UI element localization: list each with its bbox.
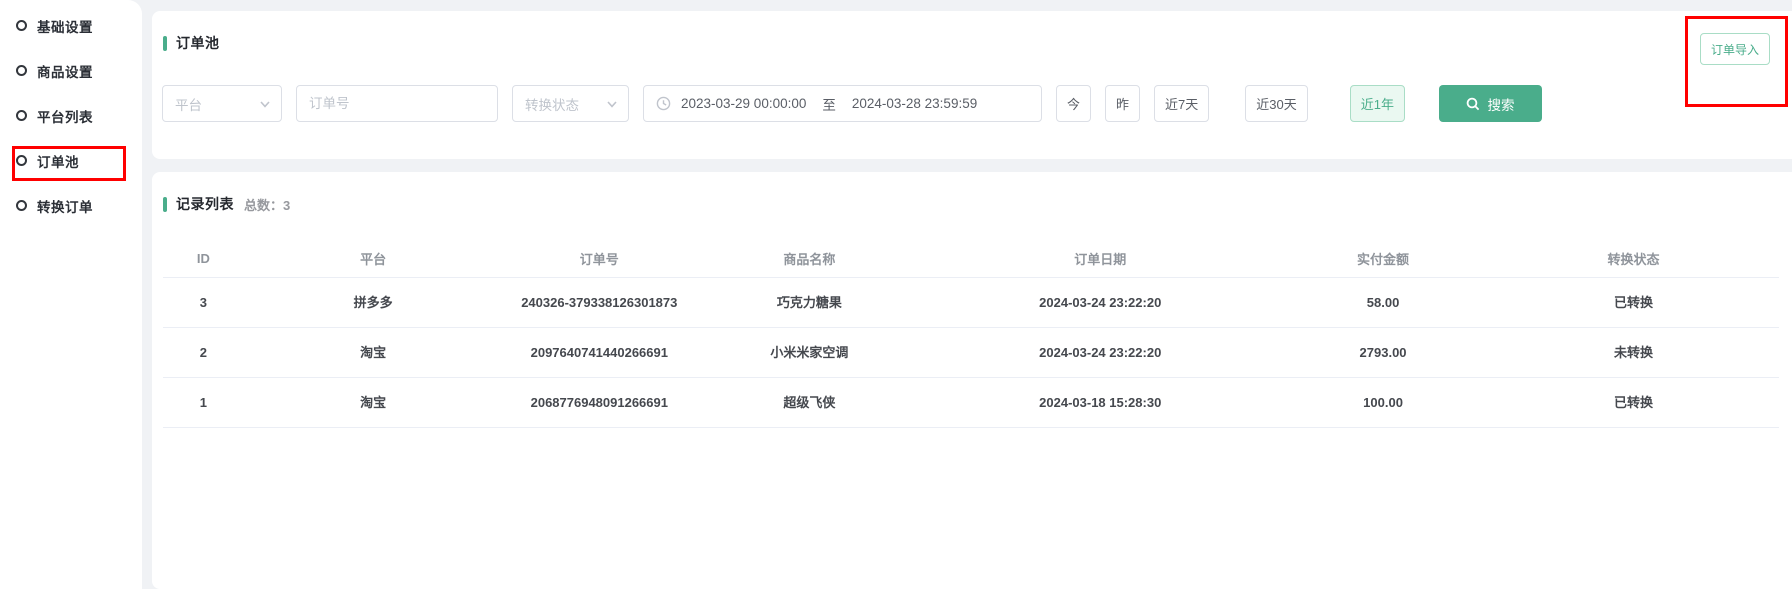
column-header: 订单日期	[922, 240, 1278, 277]
search-icon	[1466, 97, 1480, 111]
cell-platform: 淘宝	[244, 377, 503, 427]
sidebar-item-label: 转换订单	[37, 196, 93, 216]
sidebar-item-convert-orders[interactable]: 转换订单	[0, 183, 142, 228]
records-title-block: 记录列表 总数：3	[163, 194, 290, 214]
quick-filter-last-1-year[interactable]: 近1年	[1350, 85, 1405, 122]
cell-order-no: 240326-379338126301873	[502, 277, 696, 327]
cell-product: 小米米家空调	[696, 327, 922, 377]
column-header: 商品名称	[696, 240, 922, 277]
sidebar-item-label: 订单池	[37, 151, 79, 171]
records-total: 总数：3	[244, 195, 290, 214]
cell-platform: 拼多多	[244, 277, 503, 327]
cell-status: 已转换	[1488, 277, 1779, 327]
table-header-row: ID平台订单号商品名称订单日期实付金额转换状态	[163, 240, 1779, 277]
search-button[interactable]: 搜索	[1439, 85, 1542, 122]
sidebar-menu: 基础设置商品设置平台列表订单池转换订单	[0, 3, 142, 228]
page-title: 订单池	[176, 33, 220, 53]
sidebar-item-label: 基础设置	[37, 16, 93, 36]
circle-icon	[16, 20, 27, 31]
filter-row: 平台 转换状态 2023-03-29 00:00:00 至 2024-03-28…	[162, 85, 1542, 122]
cell-order-date: 2024-03-18 15:28:30	[922, 377, 1278, 427]
title-accent-bar	[163, 197, 167, 212]
cell-platform: 淘宝	[244, 327, 503, 377]
date-separator: 至	[822, 94, 836, 114]
order-no-input[interactable]	[309, 96, 485, 111]
filter-card: 订单池 订单导入 平台 转换状态 2023-03-29 00:00:00 至 2…	[152, 11, 1792, 159]
cell-order-no: 2068776948091266691	[502, 377, 696, 427]
sidebar-item-platform-list[interactable]: 平台列表	[0, 93, 142, 138]
title-accent-bar	[163, 36, 167, 51]
quick-filter-yesterday[interactable]: 昨	[1105, 85, 1140, 122]
quick-filter-last-7-days[interactable]: 近7天	[1154, 85, 1209, 122]
order-no-input-wrap	[296, 85, 498, 122]
sidebar-item-label: 商品设置	[37, 61, 93, 81]
table-row: 3拼多多240326-379338126301873巧克力糖果2024-03-2…	[163, 277, 1779, 327]
records-section-title: 记录列表	[176, 194, 234, 214]
cell-id: 3	[163, 277, 244, 327]
cell-status: 已转换	[1488, 377, 1779, 427]
clock-icon	[656, 96, 671, 111]
column-header: 实付金额	[1278, 240, 1488, 277]
platform-select[interactable]: 平台	[162, 85, 282, 122]
cell-product: 超级飞侠	[696, 377, 922, 427]
circle-icon	[16, 65, 27, 76]
convert-status-placeholder: 转换状态	[525, 94, 579, 114]
chevron-down-icon	[259, 98, 271, 110]
cell-product: 巧克力糖果	[696, 277, 922, 327]
cell-amount: 100.00	[1278, 377, 1488, 427]
table-row: 1淘宝2068776948091266691超级飞侠2024-03-18 15:…	[163, 377, 1779, 427]
records-table: ID平台订单号商品名称订单日期实付金额转换状态 3拼多多240326-37933…	[163, 240, 1779, 428]
quick-filter-today[interactable]: 今	[1056, 85, 1091, 122]
cell-amount: 58.00	[1278, 277, 1488, 327]
column-header: ID	[163, 240, 244, 277]
circle-icon	[16, 155, 27, 166]
date-start: 2023-03-29 00:00:00	[681, 96, 806, 111]
sidebar-item-basic-settings[interactable]: 基础设置	[0, 3, 142, 48]
column-header: 平台	[244, 240, 503, 277]
page-title-block: 订单池	[163, 33, 220, 53]
chevron-down-icon	[606, 98, 618, 110]
sidebar-item-order-pool[interactable]: 订单池	[0, 138, 142, 183]
cell-order-date: 2024-03-24 23:22:20	[922, 327, 1278, 377]
date-range-picker[interactable]: 2023-03-29 00:00:00 至 2024-03-28 23:59:5…	[643, 85, 1042, 122]
records-card: 记录列表 总数：3 ID平台订单号商品名称订单日期实付金额转换状态 3拼多多24…	[152, 172, 1792, 589]
date-end: 2024-03-28 23:59:59	[852, 96, 977, 111]
sidebar-item-label: 平台列表	[37, 106, 93, 126]
cell-order-no: 2097640741440266691	[502, 327, 696, 377]
column-header: 订单号	[502, 240, 696, 277]
sidebar: 基础设置商品设置平台列表订单池转换订单	[0, 0, 142, 589]
search-button-label: 搜索	[1487, 94, 1514, 114]
circle-icon	[16, 110, 27, 121]
convert-status-select[interactable]: 转换状态	[512, 85, 629, 122]
cell-id: 1	[163, 377, 244, 427]
circle-icon	[16, 200, 27, 211]
table-row: 2淘宝2097640741440266691小米米家空调2024-03-24 2…	[163, 327, 1779, 377]
sidebar-item-product-settings[interactable]: 商品设置	[0, 48, 142, 93]
cell-order-date: 2024-03-24 23:22:20	[922, 277, 1278, 327]
quick-filter-last-30-days[interactable]: 近30天	[1245, 85, 1307, 122]
cell-amount: 2793.00	[1278, 327, 1488, 377]
platform-select-placeholder: 平台	[175, 94, 202, 114]
order-import-button[interactable]: 订单导入	[1700, 33, 1770, 65]
cell-id: 2	[163, 327, 244, 377]
column-header: 转换状态	[1488, 240, 1779, 277]
cell-status: 未转换	[1488, 327, 1779, 377]
